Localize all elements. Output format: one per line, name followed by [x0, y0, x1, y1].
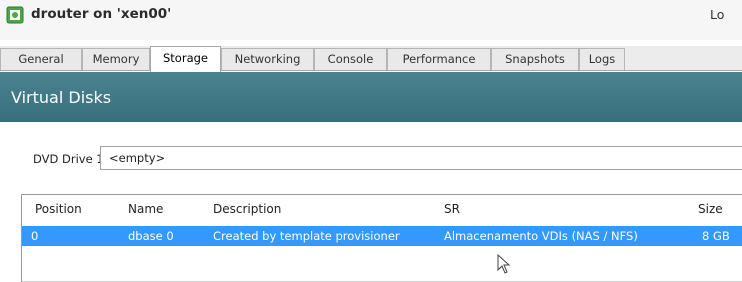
- tab-storage[interactable]: Storage: [150, 46, 221, 72]
- dvd-drive-label: DVD Drive 1:: [33, 152, 108, 166]
- tab-console[interactable]: Console: [314, 48, 387, 70]
- table-row[interactable]: 0 dbase 0 Created by template provisione…: [22, 226, 742, 246]
- cell-name: dbase 0: [128, 229, 174, 243]
- mouse-cursor-icon: [497, 254, 511, 274]
- virtual-disks-table: Position Name Description SR Size 0 dbas…: [21, 194, 742, 282]
- column-header-position[interactable]: Position: [35, 202, 82, 216]
- column-header-description[interactable]: Description: [213, 202, 281, 216]
- cell-position: 0: [31, 229, 39, 243]
- vm-status-text: Lo: [710, 7, 725, 22]
- section-header: Virtual Disks: [0, 72, 742, 122]
- cell-size: 8 GB: [702, 229, 730, 243]
- column-header-size[interactable]: Size: [698, 202, 723, 216]
- window-titlebar: drouter on 'xen00' Lo: [0, 0, 742, 40]
- tab-general[interactable]: General: [0, 48, 82, 70]
- table-empty-area: [22, 246, 742, 282]
- column-header-sr[interactable]: SR: [444, 202, 460, 216]
- vm-title: drouter on 'xen00': [31, 6, 172, 22]
- cell-sr: Almacenamento VDIs (NAS / NFS): [444, 229, 638, 243]
- tab-logs[interactable]: Logs: [579, 48, 625, 70]
- tab-memory[interactable]: Memory: [82, 48, 150, 70]
- table-header: Position Name Description SR Size: [22, 195, 742, 225]
- section-title: Virtual Disks: [11, 88, 112, 107]
- cell-description: Created by template provisioner: [213, 229, 400, 243]
- tab-snapshots[interactable]: Snapshots: [491, 48, 579, 70]
- dvd-drive-value: <empty>: [109, 151, 166, 165]
- vm-console-icon: [6, 6, 24, 24]
- tab-bar: General Memory Storage Networking Consol…: [0, 46, 742, 72]
- tab-performance[interactable]: Performance: [387, 48, 491, 70]
- tab-networking[interactable]: Networking: [221, 48, 314, 70]
- dvd-drive-select[interactable]: <empty>: [100, 146, 742, 170]
- column-header-name[interactable]: Name: [128, 202, 163, 216]
